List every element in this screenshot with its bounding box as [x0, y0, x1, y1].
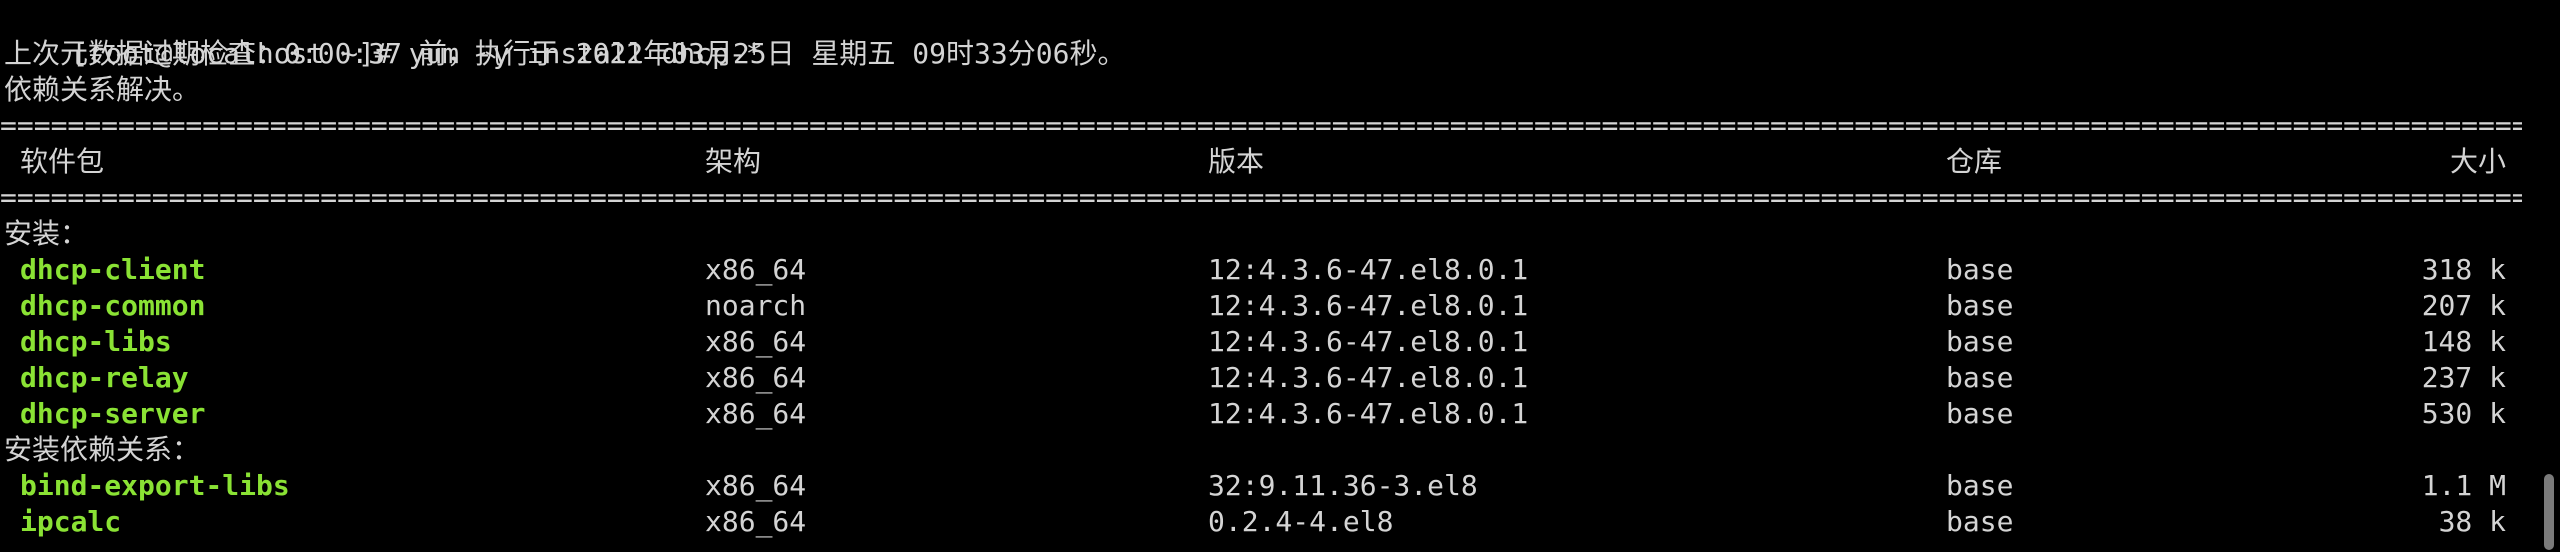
package-name: bind-export-libs — [20, 469, 290, 502]
package-arch: x86_64 — [705, 397, 807, 430]
header-arch: 架构 — [705, 145, 762, 178]
package-version: 12:4.3.6-47.el8.0.1 — [1208, 289, 1529, 322]
package-repo: base — [1946, 289, 2014, 322]
terminal-output[interactable]: [root@localhost ~]# yum -y install dhcp-… — [0, 0, 2536, 552]
package-version: 12:4.3.6-47.el8.0.1 — [1208, 361, 1529, 394]
package-version: 12:4.3.6-47.el8.0.1 — [1208, 325, 1529, 358]
package-size: 530 k — [2421, 397, 2506, 430]
package-arch: x86_64 — [705, 361, 807, 394]
package-size: 38 k — [2438, 505, 2506, 538]
package-repo: base — [1946, 361, 2014, 394]
package-size: 318 k — [2421, 253, 2506, 286]
package-repo: base — [1946, 253, 2014, 286]
metadata-check-line: 上次元数据过期检查：0:00:37 前，执行于 2022年03月25日 星期五 … — [4, 37, 1126, 70]
package-arch: x86_64 — [705, 325, 807, 358]
package-name: dhcp-client — [20, 253, 206, 286]
command-line: [root@localhost ~]# yum -y install dhcp-… — [4, 0, 762, 70]
package-name: ipcalc — [20, 505, 122, 538]
header-version: 版本 — [1208, 145, 1265, 178]
package-size: 207 k — [2421, 289, 2506, 322]
package-arch: x86_64 — [705, 505, 807, 538]
package-name: dhcp-common — [20, 289, 206, 322]
package-version: 12:4.3.6-47.el8.0.1 — [1208, 253, 1529, 286]
package-repo: base — [1946, 397, 2014, 430]
header-size: 大小 — [2449, 145, 2506, 178]
package-arch: noarch — [705, 289, 807, 322]
package-arch: x86_64 — [705, 469, 807, 502]
package-version: 0.2.4-4.el8 — [1208, 505, 1394, 538]
package-size: 1.1 M — [2421, 469, 2506, 502]
scrollbar[interactable] — [2536, 0, 2560, 552]
scrollbar-thumb[interactable] — [2544, 474, 2554, 550]
table-separator-bottom: ========================================… — [0, 181, 2522, 214]
section-title-install-dependencies: 安装依赖关系： — [4, 433, 201, 466]
package-name: dhcp-libs — [20, 325, 172, 358]
header-package: 软件包 — [20, 145, 105, 178]
package-name: dhcp-relay — [20, 361, 189, 394]
table-separator-top: ========================================… — [0, 109, 2522, 142]
header-repo: 仓库 — [1946, 145, 2003, 178]
package-arch: x86_64 — [705, 253, 807, 286]
package-size: 148 k — [2421, 325, 2506, 358]
section-title-install: 安装： — [4, 217, 89, 250]
dependencies-resolved-line: 依赖关系解决。 — [4, 73, 201, 106]
package-repo: base — [1946, 469, 2014, 502]
package-size: 237 k — [2421, 361, 2506, 394]
package-version: 12:4.3.6-47.el8.0.1 — [1208, 397, 1529, 430]
package-repo: base — [1946, 325, 2014, 358]
package-repo: base — [1946, 505, 2014, 538]
package-version: 32:9.11.36-3.el8 — [1208, 469, 1478, 502]
package-name: dhcp-server — [20, 397, 206, 430]
